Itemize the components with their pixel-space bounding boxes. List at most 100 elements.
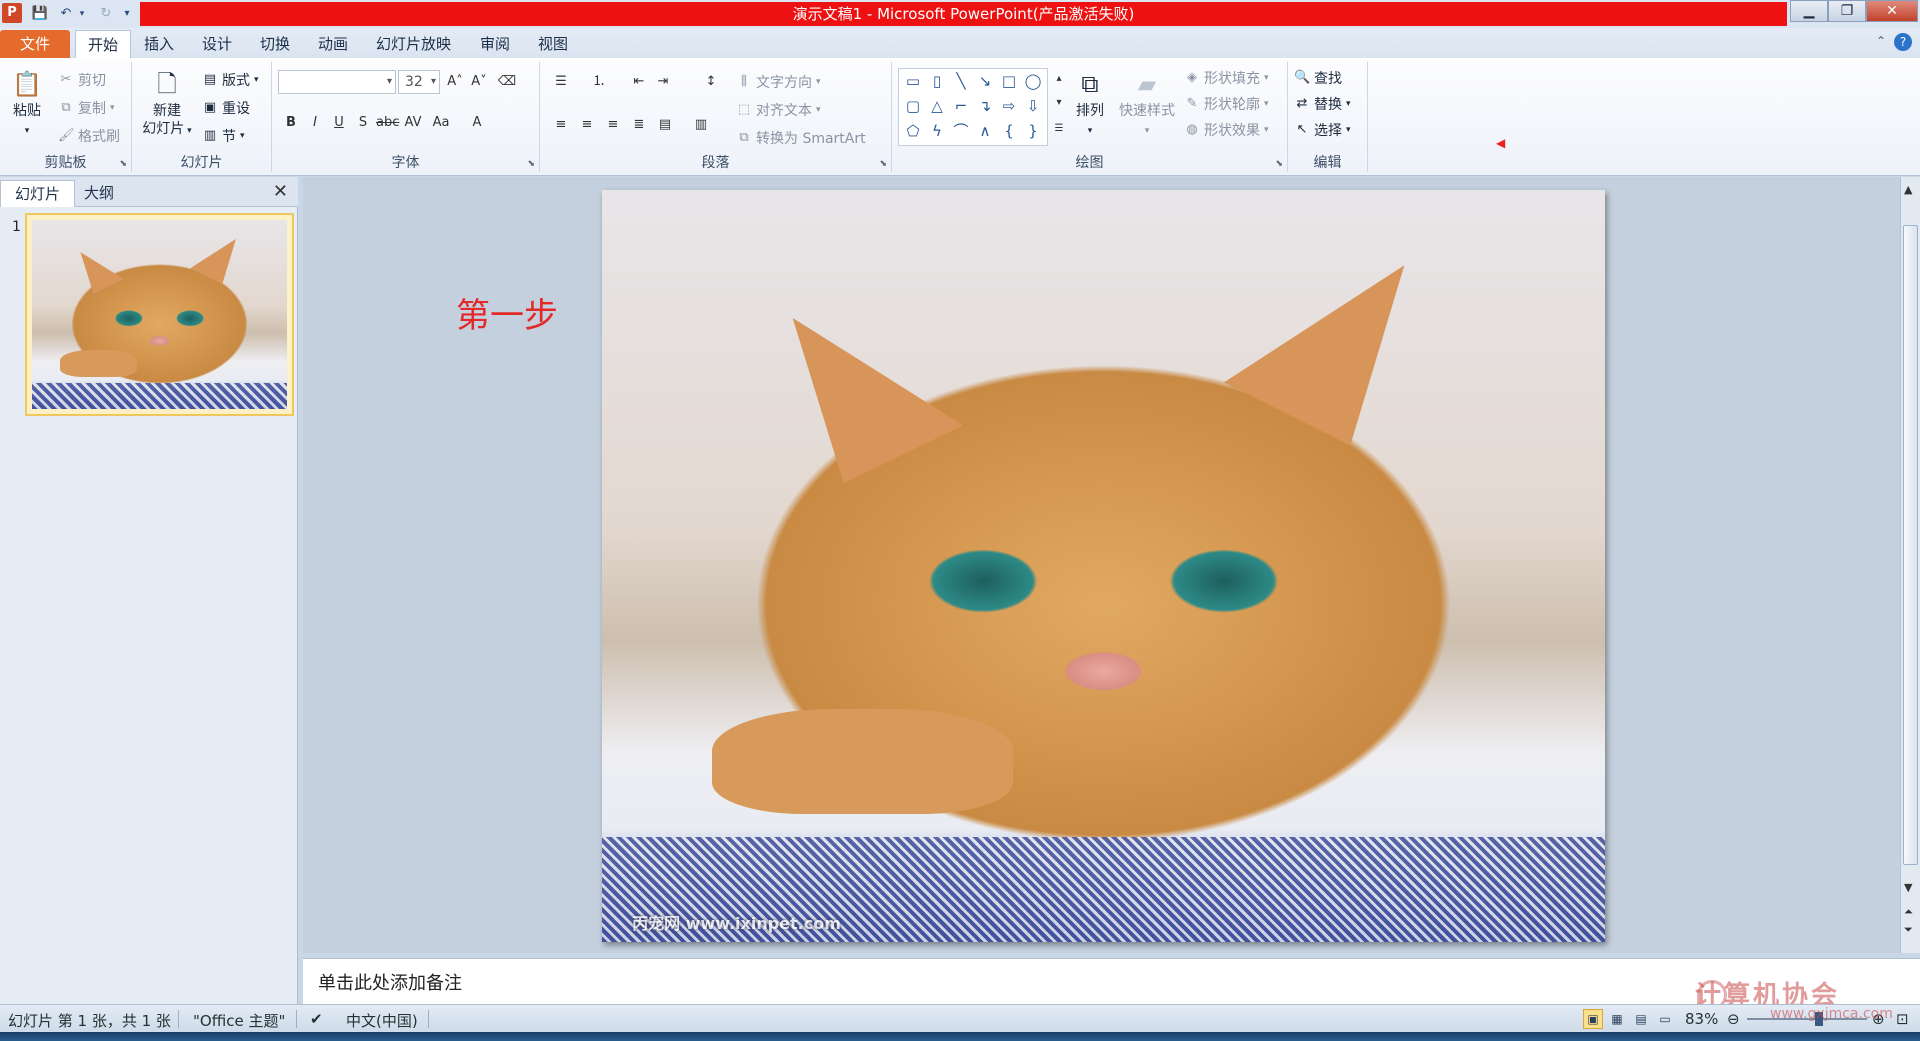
right-arrow-shape-icon[interactable]: ⇨ [997, 94, 1021, 118]
change-case-icon[interactable]: Aa [430, 112, 452, 134]
distributed-icon[interactable]: ▤ [654, 114, 676, 136]
gallery-up-icon[interactable]: ▴ [1048, 68, 1070, 90]
next-slide-icon[interactable]: ⏷ [1904, 923, 1913, 937]
grow-font-icon[interactable]: A˄ [444, 71, 466, 93]
slide-sorter-icon[interactable]: ▦ [1607, 1009, 1627, 1029]
font-dialog-launcher-icon[interactable]: ⬊ [527, 159, 535, 169]
undo-icon[interactable]: ↶ [56, 4, 76, 24]
normal-view-icon[interactable]: ▣ [1583, 1009, 1603, 1029]
align-text-button[interactable]: ⬚ 对齐文本 ▾ [736, 100, 821, 120]
paste-button[interactable]: 📋 粘贴 ▾ [4, 68, 50, 140]
cat-photo[interactable]: 丙宠网 www.ixinpet.com [602, 190, 1605, 942]
arrange-button[interactable]: ⧉ 排列 ▾ [1068, 68, 1112, 140]
zoom-level[interactable]: 83% [1685, 1010, 1718, 1028]
copy-button[interactable]: ⧉ 复制 ▾ [58, 98, 114, 118]
reading-view-icon[interactable]: ▤ [1631, 1009, 1651, 1029]
previous-slide-icon[interactable]: ⏶ [1904, 905, 1913, 919]
vertical-textbox-shape-icon[interactable]: ▯ [925, 69, 949, 93]
replace-button[interactable]: ⇄ 替换 ▾ [1294, 94, 1351, 114]
slide-canvas[interactable]: 第一步 丙宠网 www.ixinpet.com [303, 177, 1900, 953]
elbow-connector-shape-icon[interactable]: ⌐ [949, 94, 973, 118]
tab-design[interactable]: 设计 [190, 30, 244, 58]
reset-button[interactable]: ▣ 重设 [202, 98, 250, 118]
tab-file[interactable]: 文件 [0, 30, 70, 58]
font-color-icon[interactable]: A [466, 112, 488, 134]
theme-status[interactable]: "Office 主题" [193, 1010, 285, 1031]
layout-button[interactable]: ▤ 版式 ▾ [202, 70, 259, 90]
rounded-rect-shape-icon[interactable]: ▢ [901, 94, 925, 118]
triangle-shape-icon[interactable]: △ [925, 94, 949, 118]
shape-effects-button[interactable]: ◍ 形状效果 ▾ [1184, 120, 1268, 140]
zoom-out-icon[interactable]: ⊖ [1727, 1010, 1740, 1028]
tab-transitions[interactable]: 切换 [248, 30, 302, 58]
vertical-scrollbar[interactable]: ▲ ▼ ⏶ ⏷ [1900, 177, 1920, 953]
new-slide-button[interactable]: 🗋 新建 幻灯片 ▾ [136, 68, 198, 140]
italic-icon[interactable]: I [304, 112, 326, 134]
underline-icon[interactable]: U [328, 112, 350, 134]
oval-shape-icon[interactable]: ◯ [1021, 69, 1045, 93]
slide-thumbnail[interactable] [25, 213, 294, 416]
align-left-icon[interactable]: ≡ [550, 114, 572, 136]
step-annotation[interactable]: 第一步 [456, 288, 558, 337]
section-button[interactable]: ▥ 节 ▾ [202, 126, 245, 146]
notes-pane[interactable]: 单击此处添加备注 [303, 958, 1920, 1004]
slide[interactable]: 丙宠网 www.ixinpet.com [602, 190, 1605, 942]
format-painter-button[interactable]: 🖌 格式刷 [58, 126, 120, 146]
save-icon[interactable]: 💾 [30, 4, 50, 24]
tab-animations[interactable]: 动画 [306, 30, 360, 58]
rectangle-shape-icon[interactable]: □ [997, 69, 1021, 93]
dialog-launcher-icon[interactable]: ⬊ [119, 159, 127, 169]
right-brace-shape-icon[interactable]: } [1021, 119, 1045, 143]
tab-view[interactable]: 视图 [526, 30, 580, 58]
find-button[interactable]: 🔍 查找 [1294, 68, 1342, 88]
bullets-icon[interactable]: ☰ [550, 71, 572, 93]
freeform-shape-icon[interactable]: ⬠ [901, 119, 925, 143]
align-right-icon[interactable]: ≡ [602, 114, 624, 136]
notes-placeholder[interactable]: 单击此处添加备注 [318, 969, 462, 995]
tab-review[interactable]: 审阅 [468, 30, 522, 58]
down-arrow-shape-icon[interactable]: ⇩ [1021, 94, 1045, 118]
justify-icon[interactable]: ≣ [628, 114, 650, 136]
tab-home[interactable]: 开始 [75, 30, 132, 58]
redo-icon[interactable]: ↻ [96, 4, 116, 24]
shapes-gallery[interactable]: ▭ ▯ ╲ ↘ □ ◯ ▢ △ ⌐ ↴ ⇨ ⇩ ⬠ ϟ ⌒ ∧ { } [898, 68, 1048, 146]
close-button[interactable]: ✕ [1866, 0, 1918, 22]
shape-fill-button[interactable]: ◈ 形状填充 ▾ [1184, 68, 1269, 88]
elbow-arrow-shape-icon[interactable]: ↴ [973, 94, 997, 118]
font-size-combo[interactable]: 32 [398, 70, 440, 94]
spellcheck-icon[interactable]: ✔ [310, 1010, 323, 1028]
close-panel-icon[interactable]: ✕ [273, 181, 288, 202]
tab-insert[interactable]: 插入 [132, 30, 186, 58]
tab-slides[interactable]: 幻灯片 [0, 180, 76, 207]
language-status[interactable]: 中文(中国) [346, 1010, 418, 1031]
font-name-combo[interactable] [278, 70, 396, 94]
left-brace-shape-icon[interactable]: { [997, 119, 1021, 143]
undo-dropdown-icon[interactable]: ▾ [76, 4, 88, 24]
select-button[interactable]: ↖ 选择 ▾ [1294, 120, 1351, 140]
shrink-font-icon[interactable]: A˅ [468, 71, 490, 93]
help-icon[interactable]: ? [1894, 33, 1912, 51]
scroll-up-icon[interactable]: ▲ [1904, 183, 1912, 196]
tab-slideshow[interactable]: 幻灯片放映 [364, 30, 463, 58]
customize-qat-icon[interactable]: ▾ [120, 4, 134, 24]
clear-format-icon[interactable]: ⌫ [496, 71, 518, 93]
bold-icon[interactable]: B [280, 112, 302, 134]
arc-shape-icon[interactable]: ⌒ [949, 119, 973, 143]
strikethrough-icon[interactable]: abc [376, 112, 399, 134]
minimize-button[interactable]: ▁ [1790, 0, 1828, 22]
smartart-button[interactable]: ⧉ 转换为 SmartArt [736, 128, 865, 148]
line-spacing-icon[interactable]: ↕ [700, 71, 722, 93]
lightning-shape-icon[interactable]: ϟ [925, 119, 949, 143]
fit-to-window-icon[interactable]: ⊡ [1896, 1010, 1909, 1028]
arrow-line-shape-icon[interactable]: ↘ [973, 69, 997, 93]
slideshow-view-icon[interactable]: ▭ [1655, 1009, 1675, 1029]
line-shape-icon[interactable]: ╲ [949, 69, 973, 93]
numbering-icon[interactable]: ⒈ [588, 71, 610, 93]
maximize-button[interactable]: ❐ [1828, 0, 1866, 22]
text-direction-button[interactable]: ⫼ 文字方向 ▾ [736, 72, 821, 92]
paragraph-dialog-launcher-icon[interactable]: ⬊ [879, 159, 887, 169]
increase-indent-icon[interactable]: ⇥ [652, 71, 674, 93]
shadow-icon[interactable]: S [352, 112, 374, 134]
align-center-icon[interactable]: ≡ [576, 114, 598, 136]
tab-outline[interactable]: 大纲 [70, 180, 128, 207]
